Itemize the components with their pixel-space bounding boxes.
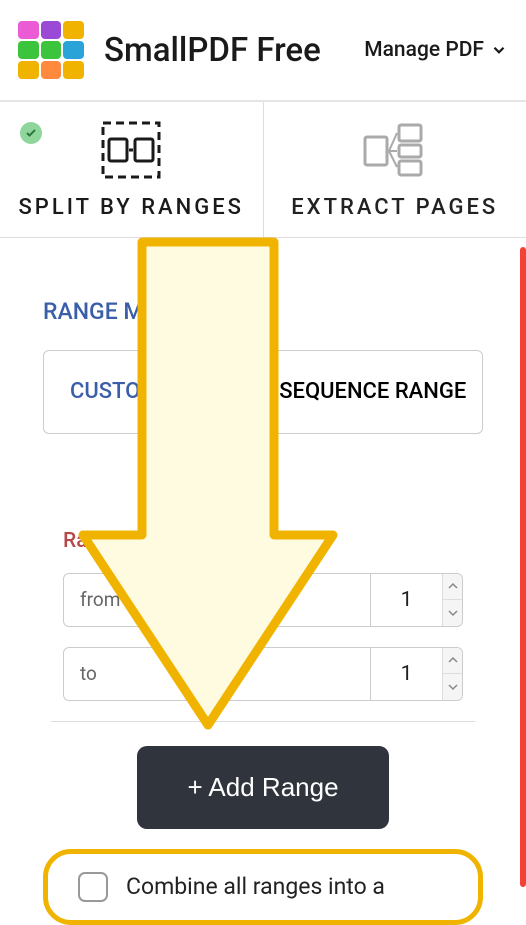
range-type-tabs: CUSTOM RANGE SEQUENCE RANGE: [43, 350, 483, 434]
tab-label: EXTRACT PAGES: [291, 195, 498, 220]
range-label: Range 1: [63, 529, 483, 553]
to-value: 1: [371, 662, 442, 686]
tab-extract-pages[interactable]: EXTRACT PAGES: [264, 102, 526, 237]
tab-split-by-ranges[interactable]: SPLIT BY RANGES: [0, 102, 264, 237]
stepper-up[interactable]: [443, 573, 462, 600]
tab-custom-range[interactable]: CUSTOM RANGE: [44, 351, 264, 433]
from-stepper: [442, 573, 462, 627]
to-input[interactable]: 1: [371, 648, 462, 700]
range-mode-label: RANGE MODE: [43, 298, 483, 325]
to-stepper: [442, 647, 462, 701]
extract-icon: [361, 119, 429, 181]
scrollbar[interactable]: [520, 247, 526, 887]
add-range-button[interactable]: + Add Range: [137, 746, 388, 829]
content: RANGE MODE CUSTOM RANGE SEQUENCE RANGE R…: [0, 238, 526, 925]
stepper-down[interactable]: [443, 600, 462, 627]
manage-pdf-dropdown[interactable]: Manage PDF: [364, 38, 508, 62]
mode-tabs: SPLIT BY RANGES EXTRACT PAGES: [0, 102, 526, 238]
app-header: SmallPDF Free Manage PDF: [0, 0, 526, 100]
chevron-down-icon: [490, 41, 508, 59]
app-title: SmallPDF Free: [104, 31, 321, 70]
chevron-up-icon: [448, 656, 458, 664]
chevron-down-icon: [448, 683, 458, 691]
check-icon: [20, 122, 42, 144]
manage-pdf-label: Manage PDF: [364, 38, 484, 62]
from-label: from: [64, 574, 371, 626]
split-icon: [99, 119, 163, 181]
tab-label: SPLIT BY RANGES: [18, 195, 244, 220]
range-section: Range 1 from 1 to 1: [43, 434, 483, 925]
to-label: to: [64, 648, 371, 700]
combine-checkbox[interactable]: [78, 872, 108, 902]
combine-label: Combine all ranges into a: [126, 873, 385, 900]
from-input[interactable]: 1: [371, 574, 462, 626]
combine-highlight: Combine all ranges into a: [43, 849, 483, 925]
app-logo: [18, 21, 84, 79]
brand: SmallPDF Free: [18, 21, 321, 79]
stepper-up[interactable]: [443, 647, 462, 674]
chevron-up-icon: [448, 582, 458, 590]
range-from-row: from 1: [63, 573, 463, 627]
tab-sequence-range[interactable]: SEQUENCE RANGE: [264, 351, 483, 433]
stepper-down[interactable]: [443, 674, 462, 701]
divider: [51, 721, 475, 722]
chevron-down-icon: [448, 609, 458, 617]
range-to-row: to 1: [63, 647, 463, 701]
from-value: 1: [371, 588, 442, 612]
